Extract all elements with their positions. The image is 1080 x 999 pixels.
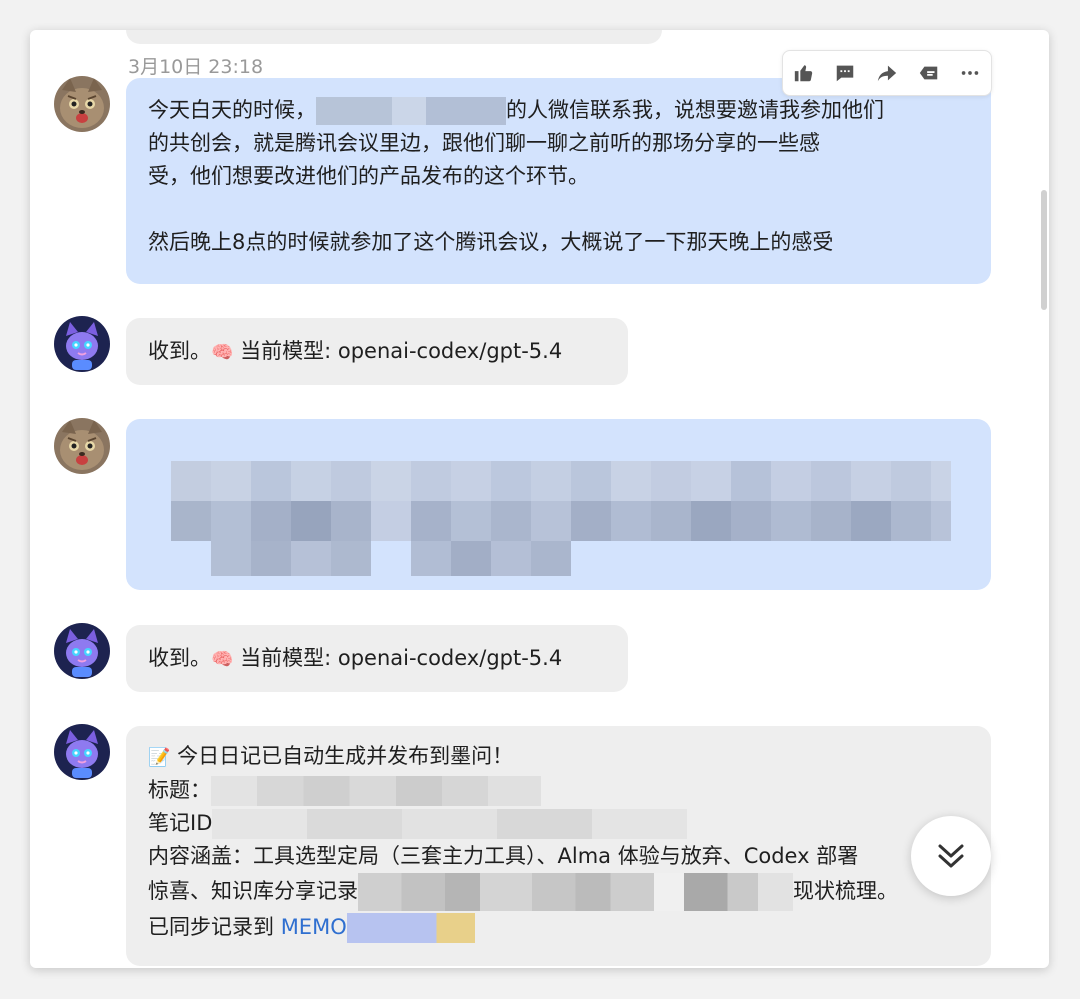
diary-content-summary: 现状梳理。 [793, 879, 898, 903]
message-text: 收到。 [148, 646, 211, 670]
redacted-block [211, 776, 541, 806]
robot-cat-avatar-icon [54, 623, 110, 679]
double-chevron-down-icon [938, 844, 964, 868]
bot-avatar[interactable] [54, 623, 110, 679]
quote-icon[interactable] [912, 56, 946, 90]
bot-message-bubble[interactable]: 收到。🧠 当前模型: openai-codex/gpt-5.4 [126, 625, 628, 692]
user-message-bubble[interactable]: 今天白天的时候， 的人微信联系我，说想要邀请我参加他们 的共创会，就是腾讯会议里边… [126, 78, 991, 284]
sync-text: 已同步记录到 [148, 915, 281, 939]
message-line: 然后晚上8点的时候就参加了这个腾讯会议，大概说了一下那天晚上的感受 [148, 230, 834, 254]
message-text: 收到。 [148, 339, 211, 363]
message-timestamp: 3月10日 23:18 [128, 56, 264, 78]
diary-message-bubble[interactable]: 📝 今日日记已自动生成并发布到墨问！ 标题： 笔记ID 内容涵盖：工具选型定局（… [126, 726, 991, 966]
message-line: 今天白天的时候， 的人微信联系我，说想要邀请我参加他们 [148, 94, 969, 127]
diary-title-label: 标题： [148, 778, 211, 802]
note-id-label: 笔记ID [148, 811, 213, 835]
diary-content-summary: 惊喜、知识库分享记录 [148, 879, 358, 903]
message-line: 受，他们想要改进他们的产品发布的这个环节。 [148, 164, 589, 188]
redacted-block [212, 809, 688, 839]
message-line: 的共创会，就是腾讯会议里边，跟他们聊一聊之前听的那场分享的一些感 [148, 131, 820, 155]
memo-icon: 📝 [148, 747, 171, 768]
redacted-block [358, 873, 793, 911]
redacted-block [346, 913, 475, 943]
redacted-block [316, 97, 506, 125]
message-text: 当前模型: openai-codex/gpt-5.4 [233, 339, 563, 363]
robot-cat-avatar-icon [54, 316, 110, 372]
thumbs-up-icon[interactable] [787, 56, 821, 90]
memo-link[interactable]: MEMO [281, 915, 347, 939]
message-text: 的人微信联系我，说想要邀请我参加他们 [506, 98, 884, 122]
forward-icon[interactable] [870, 56, 904, 90]
user-avatar[interactable] [54, 418, 110, 474]
bot-avatar[interactable] [54, 316, 110, 372]
redacted-user-message-bubble[interactable] [126, 419, 991, 590]
brain-icon: 🧠 [211, 342, 234, 363]
robot-cat-avatar-icon [54, 724, 110, 780]
comment-icon[interactable] [828, 56, 862, 90]
cat-avatar-icon [54, 76, 110, 132]
message-action-toolbar [782, 50, 992, 96]
diary-headline: 今日日记已自动生成并发布到墨问！ [170, 744, 514, 768]
message-text: 今天白天的时候， [148, 98, 316, 122]
user-avatar[interactable] [54, 76, 110, 132]
redacted-content-block [171, 461, 951, 576]
brain-icon: 🧠 [211, 649, 234, 670]
previous-message-bubble[interactable] [126, 30, 662, 44]
chat-window: 3月10日 23:18 今天白天的时候， 的人微信联系我，说想要邀请我参加他们 … [30, 30, 1049, 968]
bot-avatar[interactable] [54, 724, 110, 780]
diary-content-summary: 内容涵盖：工具选型定局（三套主力工具）、Alma 体验与放弃、Codex 部署 [148, 844, 859, 868]
scrollbar-thumb[interactable] [1041, 190, 1047, 310]
more-icon[interactable] [953, 56, 987, 90]
scroll-to-bottom-button[interactable] [911, 816, 991, 896]
bot-message-bubble[interactable]: 收到。🧠 当前模型: openai-codex/gpt-5.4 [126, 318, 628, 385]
cat-avatar-icon [54, 418, 110, 474]
message-text: 当前模型: openai-codex/gpt-5.4 [233, 646, 563, 670]
